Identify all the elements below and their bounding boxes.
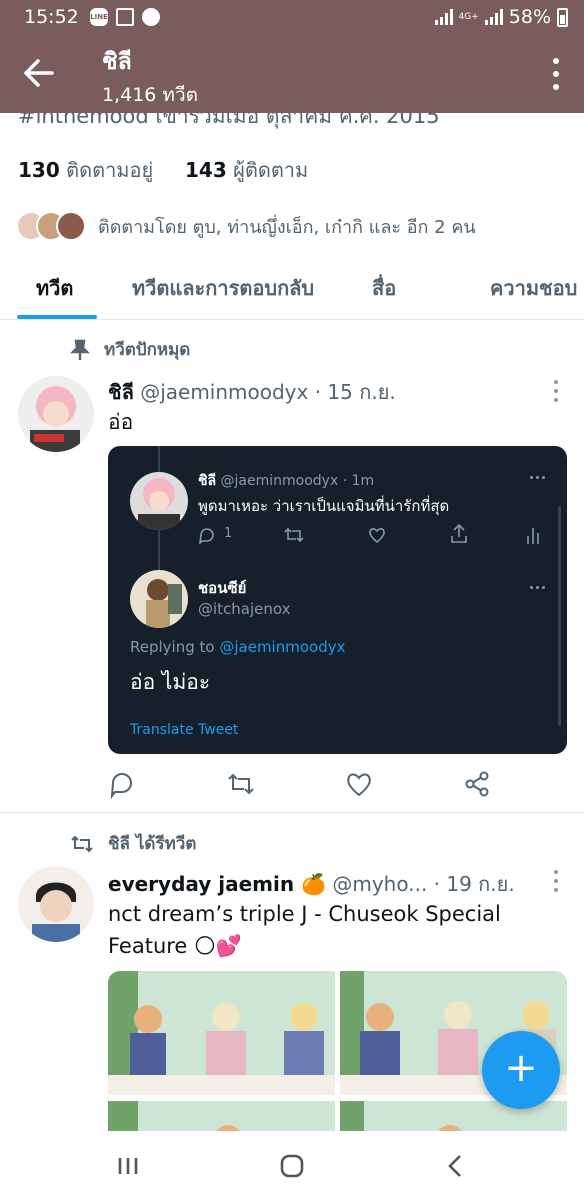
media-photo	[108, 971, 335, 1095]
avatar[interactable]	[18, 376, 94, 452]
embed-scrollbar	[558, 506, 561, 726]
status-bar: 15:52 LINE 4G+ 58%	[0, 0, 584, 36]
author-handle[interactable]: @jaeminmoodyx	[140, 380, 308, 404]
author-name[interactable]: ชิลี	[108, 380, 134, 404]
retweet-label: ชิลี ได้รีทวีต	[108, 834, 197, 854]
wifi-signal-icon	[434, 9, 453, 25]
followers-label[interactable]: ผู้ติดตาม	[233, 158, 308, 182]
embed-actions: 1	[198, 524, 539, 546]
top-app-bar: 15:52 LINE 4G+ 58% ชิลี 1,416 ทวีต	[0, 0, 584, 113]
tweet-date: · 19 ก.ย.	[433, 872, 515, 896]
follow-counts: 130 ติดตามอยู่ 143 ผู้ติดตาม	[18, 154, 308, 186]
retweet-context: ชิลี ได้รีทวีต	[70, 830, 196, 857]
replying-to-prefix: Replying to	[130, 638, 215, 656]
battery-percent: 58%	[508, 6, 551, 28]
cell-signal-icon	[484, 9, 503, 25]
tweet-actions	[108, 769, 489, 799]
tweet-menu-icon[interactable]	[554, 870, 560, 892]
tweet-date: · 15 ก.ย.	[314, 380, 396, 404]
media-image[interactable]	[108, 1101, 335, 1131]
like-icon[interactable]	[344, 769, 374, 799]
system-nav-bar	[0, 1132, 584, 1200]
network-type: 4G+	[458, 11, 479, 22]
pin-icon	[70, 339, 90, 360]
following-count[interactable]: 130	[18, 158, 60, 182]
tweet-divider	[0, 812, 584, 813]
analytics-icon	[527, 528, 539, 544]
media-photo	[108, 1101, 335, 1131]
active-tab-indicator	[17, 315, 97, 319]
profile-photo	[18, 866, 94, 942]
profile-header: ชิลี 1,416 ทวีต	[0, 36, 584, 113]
followers-count[interactable]: 143	[185, 158, 227, 182]
tweet-text-line: Feature 🌕💕	[108, 934, 243, 958]
media-image[interactable]	[108, 971, 335, 1095]
replying-to-handle: @jaeminmoodyx	[219, 638, 346, 656]
replying-to-line: Replying to @jaeminmoodyx	[130, 638, 345, 656]
retweet-icon	[284, 527, 304, 543]
embedded-screenshot[interactable]: ชิลี @jaeminmoodyx · 1m พูดมาเหอะ ว่าเรา…	[108, 446, 567, 754]
profile-photo	[130, 570, 188, 628]
back-arrow-icon[interactable]	[22, 58, 56, 88]
tweet-author-line: everyday jaemin 🍊 @myho... · 19 ก.ย.	[108, 868, 515, 900]
avatar	[130, 472, 188, 530]
pinned-context: ทวีตปักหมุด	[70, 336, 190, 363]
tab-media[interactable]: สื่อ	[372, 272, 396, 304]
tweet-text: อ่อ	[108, 410, 134, 434]
author-handle[interactable]: @myho...	[332, 872, 427, 896]
tab-tweets[interactable]: ทวีต	[36, 272, 73, 304]
battery-icon	[557, 7, 568, 27]
status-right: 4G+ 58%	[434, 6, 568, 28]
tweet-menu-icon[interactable]	[554, 380, 560, 402]
compose-tweet-button[interactable]: +	[482, 1031, 560, 1109]
author-name[interactable]: everyday jaemin 🍊	[108, 872, 326, 896]
line-app-icon: LINE	[90, 8, 108, 26]
heart-icon	[369, 528, 385, 544]
embed-reply-author-name: ชอนซีย์	[198, 579, 247, 597]
embed-author-line: ชิลี @jaeminmoodyx · 1m	[198, 470, 374, 492]
recent-apps-icon[interactable]	[114, 1152, 142, 1180]
retweet-icon[interactable]	[226, 769, 256, 799]
embed-reply-more-icon	[530, 586, 545, 589]
reply-icon	[199, 528, 214, 544]
reply-icon[interactable]	[108, 769, 138, 799]
followed-by-text: ติดตามโดย ตูบ, ท่านญึ่งเอ็ก, เก๋ากิ และ …	[98, 216, 476, 238]
avatar	[56, 211, 86, 241]
share-icon[interactable]	[462, 769, 492, 799]
profile-photo	[18, 376, 94, 452]
gallery-icon	[116, 8, 134, 26]
pinned-label: ทวีตปักหมุด	[104, 340, 191, 360]
avatar[interactable]	[18, 866, 94, 942]
tweet-author-line: ชิลี @jaeminmoodyx · 15 ก.ย.	[108, 376, 396, 408]
header-title: ชิลี	[102, 49, 132, 75]
profile-photo	[130, 472, 188, 530]
notification-icons: LINE	[90, 8, 160, 26]
embed-author-name: ชิลี	[198, 473, 217, 489]
chat-bubble-icon	[142, 8, 160, 26]
tab-likes[interactable]: ความชอบ	[490, 272, 577, 304]
tab-tweets-replies[interactable]: ทวีตและการตอบกลับ	[132, 272, 314, 304]
following-label[interactable]: ติดตามอยู่	[66, 158, 153, 182]
back-nav-icon[interactable]	[442, 1152, 470, 1180]
home-icon[interactable]	[278, 1152, 306, 1180]
embed-reply-author-handle: @itchajenox	[198, 600, 291, 618]
more-options-icon[interactable]	[552, 58, 560, 90]
tweet-text: nct dream’s triple J - Chuseok Special F…	[108, 898, 501, 962]
avatar	[130, 570, 188, 628]
thread-line	[158, 446, 160, 472]
tweet-text-line: nct dream’s triple J - Chuseok Special	[108, 902, 501, 926]
retweet-icon	[71, 835, 93, 852]
followed-by-row[interactable]: ติดตามโดย ตูบ, ท่านญึ่งเอ็ก, เก๋ากิ และ …	[16, 208, 476, 244]
embed-reply-count: 1	[224, 526, 233, 541]
translate-tweet-link: Translate Tweet	[130, 722, 239, 738]
embed-author-handle: @jaeminmoodyx · 1m	[220, 473, 375, 489]
profile-tabs: ทวีต ทวีตและการตอบกลับ สื่อ ความชอบ	[0, 258, 584, 320]
header-tweet-count: 1,416 ทวีต	[102, 84, 198, 106]
thread-line	[158, 530, 160, 570]
embed-more-icon	[530, 476, 545, 479]
status-time: 15:52	[24, 6, 79, 28]
share-icon	[451, 524, 467, 543]
embed-reply-text: อ่อ ไม่อะ	[130, 670, 211, 694]
embed-tweet-text: พูดมาเหอะ ว่าเราเป็นแจมินที่น่ารักที่สุด	[198, 497, 450, 515]
